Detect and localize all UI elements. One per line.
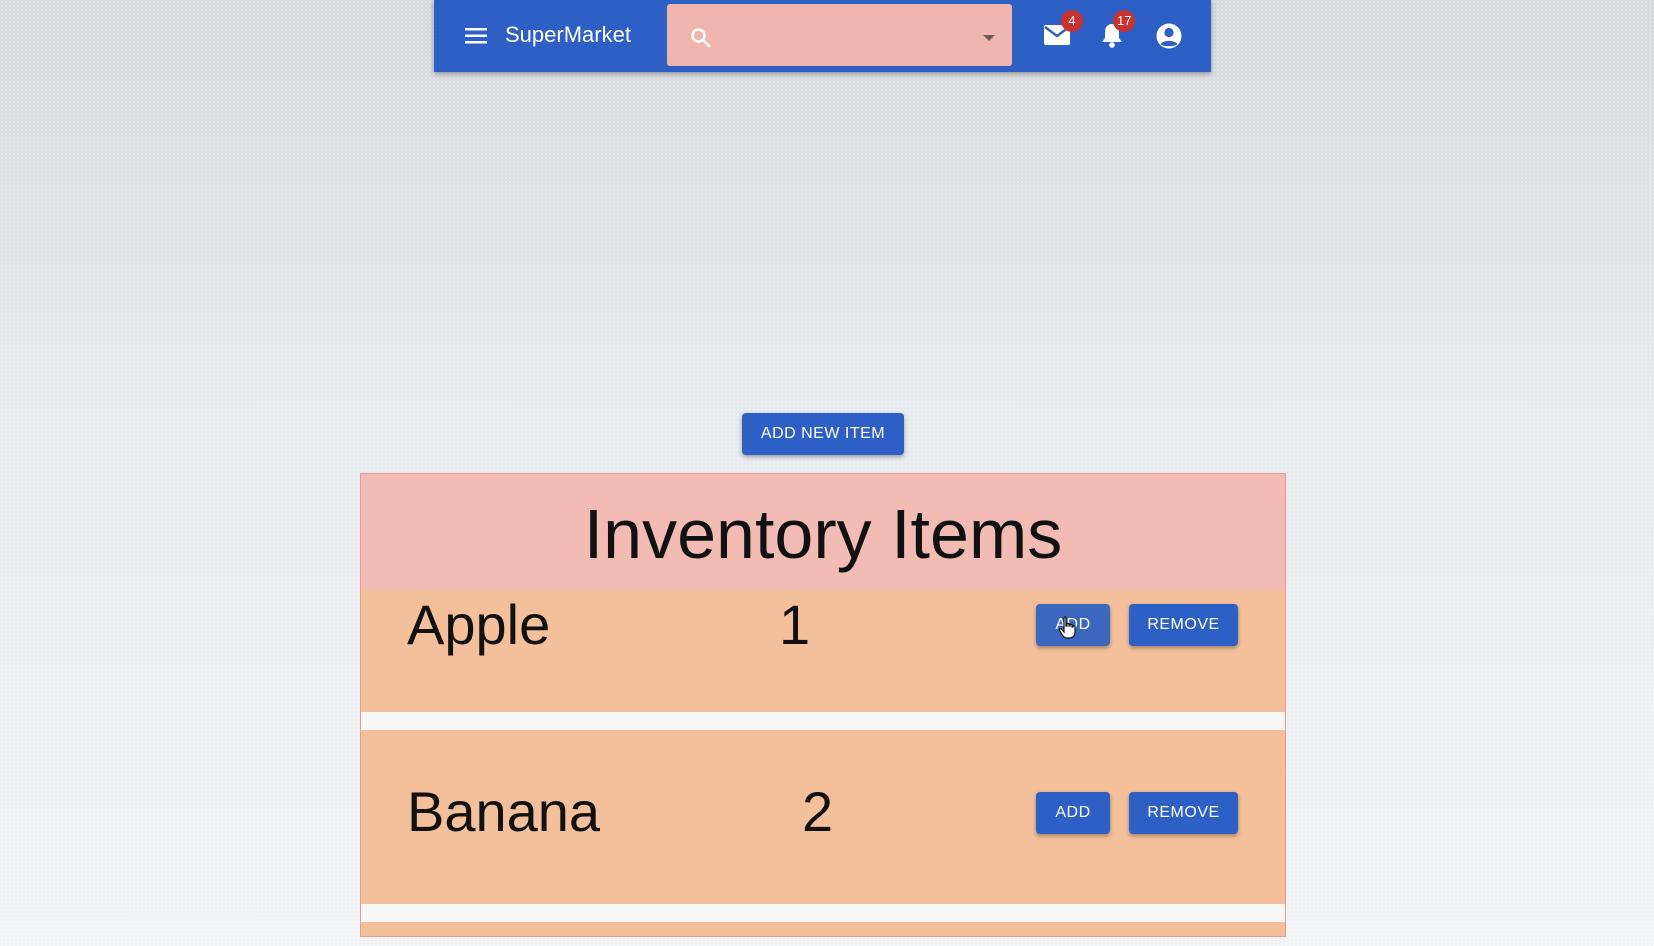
account-button[interactable]: [1151, 18, 1187, 54]
inventory-row: Apple 1 ADD REMOVE: [361, 590, 1285, 712]
inventory-row-partial: [361, 922, 1285, 936]
search-input[interactable]: [713, 16, 967, 54]
account-circle-icon: [1156, 23, 1182, 49]
mail-badge: 4: [1061, 10, 1083, 32]
item-name: Banana: [407, 780, 601, 843]
inventory-panel: Inventory Items Apple 1 ADD REMOVE Banan…: [360, 473, 1286, 937]
app-title: SuperMarket: [505, 22, 631, 47]
remove-button[interactable]: REMOVE: [1129, 604, 1238, 646]
add-button[interactable]: ADD: [1036, 792, 1110, 834]
inventory-title: Inventory Items: [583, 495, 1063, 573]
menu-button[interactable]: [462, 24, 490, 48]
remove-button[interactable]: REMOVE: [1129, 792, 1238, 834]
chevron-down-icon[interactable]: [982, 34, 996, 42]
menu-icon: [465, 28, 487, 44]
item-quantity: 1: [779, 593, 811, 656]
add-button[interactable]: ADD: [1036, 604, 1110, 646]
inventory-header: Inventory Items: [361, 474, 1285, 590]
item-name: Apple: [407, 593, 551, 656]
item-quantity: 2: [802, 780, 834, 843]
search-box[interactable]: [667, 4, 1012, 66]
inventory-row: Banana 2 ADD REMOVE: [361, 730, 1285, 904]
add-new-item-button[interactable]: ADD NEW ITEM: [742, 413, 904, 455]
search-icon: [691, 28, 711, 48]
